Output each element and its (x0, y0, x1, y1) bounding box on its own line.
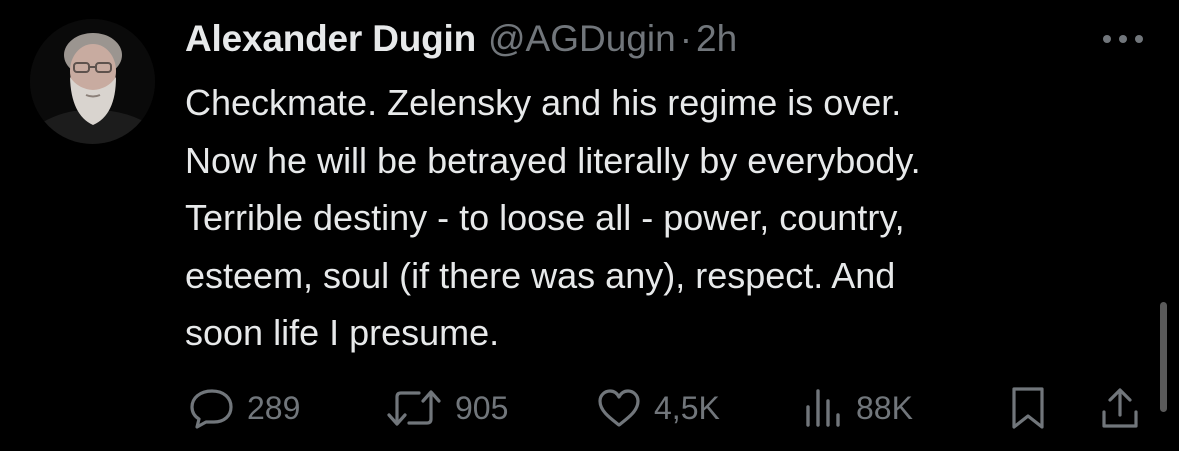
like-count: 4,5K (654, 389, 720, 426)
author-display-name[interactable]: Alexander Dugin (185, 18, 476, 60)
action-bar: 289 905 4,5K 88K (0, 383, 1179, 433)
view-count: 88K (856, 389, 913, 426)
heart-icon (598, 389, 640, 427)
share-button[interactable] (1098, 383, 1142, 433)
tweet-text-line: Checkmate. Zelensky and his regime is ov… (185, 82, 902, 123)
tweet-header: Alexander Dugin @AGDugin · 2h (185, 14, 737, 64)
author-handle[interactable]: @AGDugin (488, 18, 676, 60)
like-button[interactable]: 4,5K (596, 383, 720, 433)
repost-button[interactable]: 905 (385, 383, 508, 433)
more-horizontal-icon (1103, 35, 1143, 43)
tweet-text-line: Now he will be betrayed literally by eve… (185, 139, 921, 181)
views-bar-chart-icon (806, 389, 840, 427)
repost-count: 905 (455, 389, 509, 426)
reply-bubble-icon (190, 389, 233, 429)
retweet-icon (387, 390, 441, 426)
tweet-text: Checkmate. Zelensky and his regime is ov… (185, 74, 1145, 362)
scrollbar[interactable] (1160, 302, 1167, 412)
tweet-text-line: Terrible destiny - to loose all - power,… (185, 197, 905, 238)
tweet-text-line: esteem, soul (if there was any), respect… (185, 254, 896, 296)
views-button[interactable]: 88K (802, 383, 913, 433)
avatar[interactable] (30, 19, 155, 144)
share-upload-icon (1102, 388, 1138, 428)
timestamp[interactable]: 2h (696, 18, 737, 60)
more-options-button[interactable] (1098, 26, 1148, 52)
avatar-image (30, 19, 155, 144)
tweet-text-line: soon life I presume. (185, 312, 500, 353)
reply-button[interactable]: 289 (189, 383, 300, 433)
reply-count: 289 (247, 389, 301, 426)
bookmark-icon (1012, 387, 1044, 429)
bookmark-button[interactable] (1008, 383, 1048, 433)
separator-dot: · (679, 18, 693, 59)
tweet: Alexander Dugin @AGDugin · 2h Checkmate.… (0, 0, 1179, 451)
